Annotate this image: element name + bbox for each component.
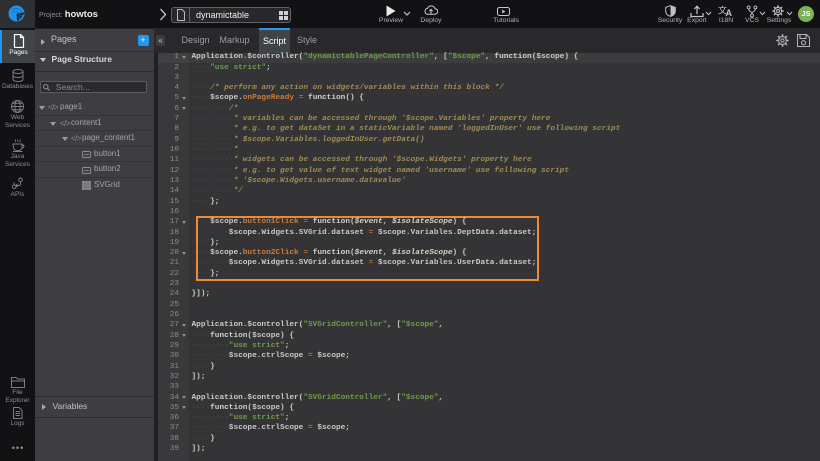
svg-text:A: A	[726, 8, 733, 17]
